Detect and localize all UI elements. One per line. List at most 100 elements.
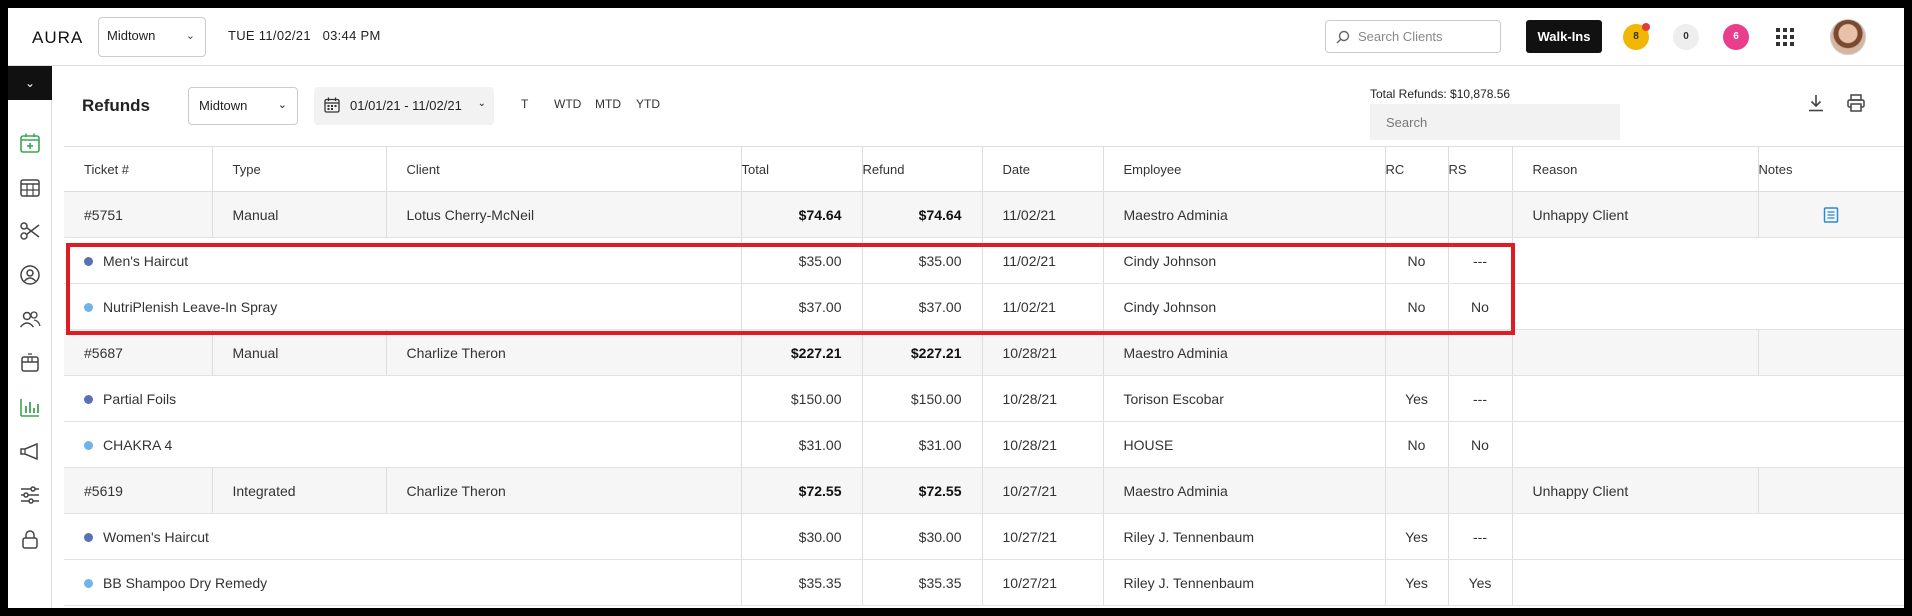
line-item-name-cell: Partial Foils bbox=[64, 375, 741, 422]
ticket-date: 10/28/21 bbox=[981, 329, 1103, 376]
ticket-employee: Maestro Adminia bbox=[1102, 467, 1385, 514]
line-item-row: Partial Foils $150.00 $150.00 10/28/21 T… bbox=[64, 375, 1904, 422]
total-refunds-label: Total Refunds: $10,878.56 bbox=[1370, 87, 1511, 101]
col-header-refund[interactable]: Refund bbox=[861, 146, 982, 192]
col-header-client[interactable]: Client bbox=[385, 146, 741, 192]
line-item-row: BB Shampoo Dry Remedy $35.35 $35.35 10/2… bbox=[64, 559, 1904, 606]
refunds-search-input[interactable]: Search bbox=[1370, 104, 1620, 140]
line-item-row: CHAKRA 4 $31.00 $31.00 10/28/21 HOUSE No… bbox=[64, 421, 1904, 468]
sidebar-toggle-chevron-icon[interactable]: ⌄ bbox=[8, 66, 52, 100]
line-item-empty bbox=[1511, 513, 1904, 560]
line-item-employee: Cindy Johnson bbox=[1102, 237, 1385, 284]
line-item-date: 11/02/21 bbox=[981, 283, 1103, 330]
line-item-rc: Yes bbox=[1384, 375, 1448, 422]
chevron-down-icon: ⌄ bbox=[277, 99, 287, 111]
ticket-refund: $74.64 bbox=[861, 191, 982, 238]
line-item-name: NutriPlenish Leave-In Spray bbox=[103, 298, 278, 315]
line-item-refund: $35.35 bbox=[861, 559, 982, 606]
apps-grid-icon[interactable] bbox=[1776, 28, 1794, 46]
line-item-refund: $35.00 bbox=[861, 237, 982, 284]
line-item-total: $35.35 bbox=[740, 559, 862, 606]
box-icon[interactable] bbox=[19, 352, 41, 374]
line-item-employee: Cindy Johnson bbox=[1102, 283, 1385, 330]
line-item-date: 10/28/21 bbox=[981, 375, 1103, 422]
line-item-total: $30.00 bbox=[740, 513, 862, 560]
sliders-icon[interactable] bbox=[19, 484, 41, 506]
line-item-row: Women's Haircut $30.00 $30.00 10/27/21 R… bbox=[64, 513, 1904, 560]
period-wtd-button[interactable]: WTD bbox=[554, 97, 581, 111]
line-item-rc: No bbox=[1384, 421, 1448, 468]
bar-chart-icon[interactable] bbox=[19, 396, 41, 418]
line-item-rs: No bbox=[1447, 283, 1512, 330]
scissors-icon[interactable] bbox=[19, 220, 41, 242]
line-item-rs: --- bbox=[1447, 375, 1512, 422]
ticket-reason bbox=[1511, 329, 1758, 376]
line-item-empty bbox=[1511, 283, 1904, 330]
line-item-total: $35.00 bbox=[740, 237, 862, 284]
ticket-employee: Maestro Adminia bbox=[1102, 329, 1385, 376]
col-header-total[interactable]: Total bbox=[740, 146, 862, 192]
col-header-ticket[interactable]: Ticket # bbox=[64, 146, 212, 192]
user-avatar[interactable] bbox=[1830, 19, 1866, 55]
col-header-date[interactable]: Date bbox=[981, 146, 1103, 192]
user-circle-icon[interactable] bbox=[19, 264, 41, 286]
date-range-picker[interactable]: 01/01/21 - 11/02/21 ⌄ bbox=[314, 87, 494, 125]
refunds-location-select[interactable]: Midtown ⌄ bbox=[188, 87, 298, 125]
col-header-employee[interactable]: Employee bbox=[1102, 146, 1385, 192]
print-icon[interactable] bbox=[1846, 93, 1866, 113]
ticket-link[interactable]: #5687 bbox=[64, 329, 212, 376]
ticket-notes-cell bbox=[1757, 191, 1904, 238]
line-item-empty bbox=[1511, 421, 1904, 468]
col-header-notes[interactable]: Notes bbox=[1757, 146, 1904, 192]
line-item-employee: HOUSE bbox=[1102, 421, 1385, 468]
chevron-down-icon: ⌄ bbox=[185, 30, 195, 42]
ticket-row[interactable]: #5619 Integrated Charlize Theron $72.55 … bbox=[64, 467, 1904, 514]
line-item-total: $37.00 bbox=[740, 283, 862, 330]
line-item-name: Women's Haircut bbox=[103, 528, 209, 545]
calendar-add-icon[interactable] bbox=[19, 132, 41, 154]
top-bar: AURA Midtown ⌄ TUE 11/02/21 03:44 PM Sea… bbox=[8, 8, 1904, 66]
col-header-rc[interactable]: RC bbox=[1384, 146, 1448, 192]
ticket-row[interactable]: #5687 Manual Charlize Theron $227.21 $22… bbox=[64, 329, 1904, 376]
users-icon[interactable] bbox=[19, 308, 41, 330]
line-item-name-cell: NutriPlenish Leave-In Spray bbox=[64, 283, 741, 330]
period-ytd-button[interactable]: YTD bbox=[636, 97, 660, 111]
calendar-grid-icon[interactable] bbox=[19, 176, 41, 198]
client-name: Charlize Theron bbox=[385, 329, 741, 376]
line-item-name: BB Shampoo Dry Remedy bbox=[103, 574, 268, 591]
walk-ins-button[interactable]: Walk-Ins bbox=[1526, 20, 1602, 53]
ticket-row[interactable]: #5751 Manual Lotus Cherry-McNeil $74.64 … bbox=[64, 191, 1904, 238]
col-header-reason[interactable]: Reason bbox=[1511, 146, 1758, 192]
note-icon[interactable] bbox=[1823, 207, 1839, 223]
line-item-date: 11/02/21 bbox=[981, 237, 1103, 284]
ticket-link[interactable]: #5619 bbox=[64, 467, 212, 514]
line-item-rc: Yes bbox=[1384, 513, 1448, 560]
product-dot bbox=[84, 303, 93, 313]
col-header-rs[interactable]: RS bbox=[1447, 146, 1512, 192]
lock-icon[interactable] bbox=[19, 528, 41, 550]
notification-badge-gray[interactable]: 0 bbox=[1673, 24, 1699, 50]
ticket-type: Integrated bbox=[211, 467, 386, 514]
download-icon[interactable] bbox=[1806, 93, 1826, 113]
period-mtd-button[interactable]: MTD bbox=[595, 97, 621, 111]
line-item-employee: Riley J. Tennenbaum bbox=[1102, 513, 1385, 560]
megaphone-icon[interactable] bbox=[19, 440, 41, 462]
col-header-type[interactable]: Type bbox=[211, 146, 386, 192]
period-today-button[interactable]: T bbox=[521, 97, 528, 111]
search-clients-input[interactable]: Search Clients bbox=[1325, 20, 1501, 53]
notification-badge-yellow[interactable]: 8 bbox=[1623, 23, 1650, 50]
service-dot bbox=[84, 533, 93, 543]
client-name: Charlize Theron bbox=[385, 467, 741, 514]
line-item-row: NutriPlenish Leave-In Spray $37.00 $37.0… bbox=[64, 283, 1904, 330]
location-select[interactable]: Midtown ⌄ bbox=[98, 17, 206, 57]
chevron-down-icon: ⌄ bbox=[477, 98, 486, 109]
line-item-empty bbox=[1511, 237, 1904, 284]
ticket-reason: Unhappy Client bbox=[1511, 191, 1758, 238]
notification-badge-pink[interactable]: 6 bbox=[1723, 24, 1749, 50]
alert-dot bbox=[1642, 23, 1650, 31]
refunds-location-value: Midtown bbox=[199, 98, 248, 113]
ticket-link[interactable]: #5751 bbox=[64, 191, 212, 238]
client-name: Lotus Cherry-McNeil bbox=[385, 191, 741, 238]
line-item-rs: Yes bbox=[1447, 559, 1512, 606]
product-dot bbox=[84, 579, 93, 589]
